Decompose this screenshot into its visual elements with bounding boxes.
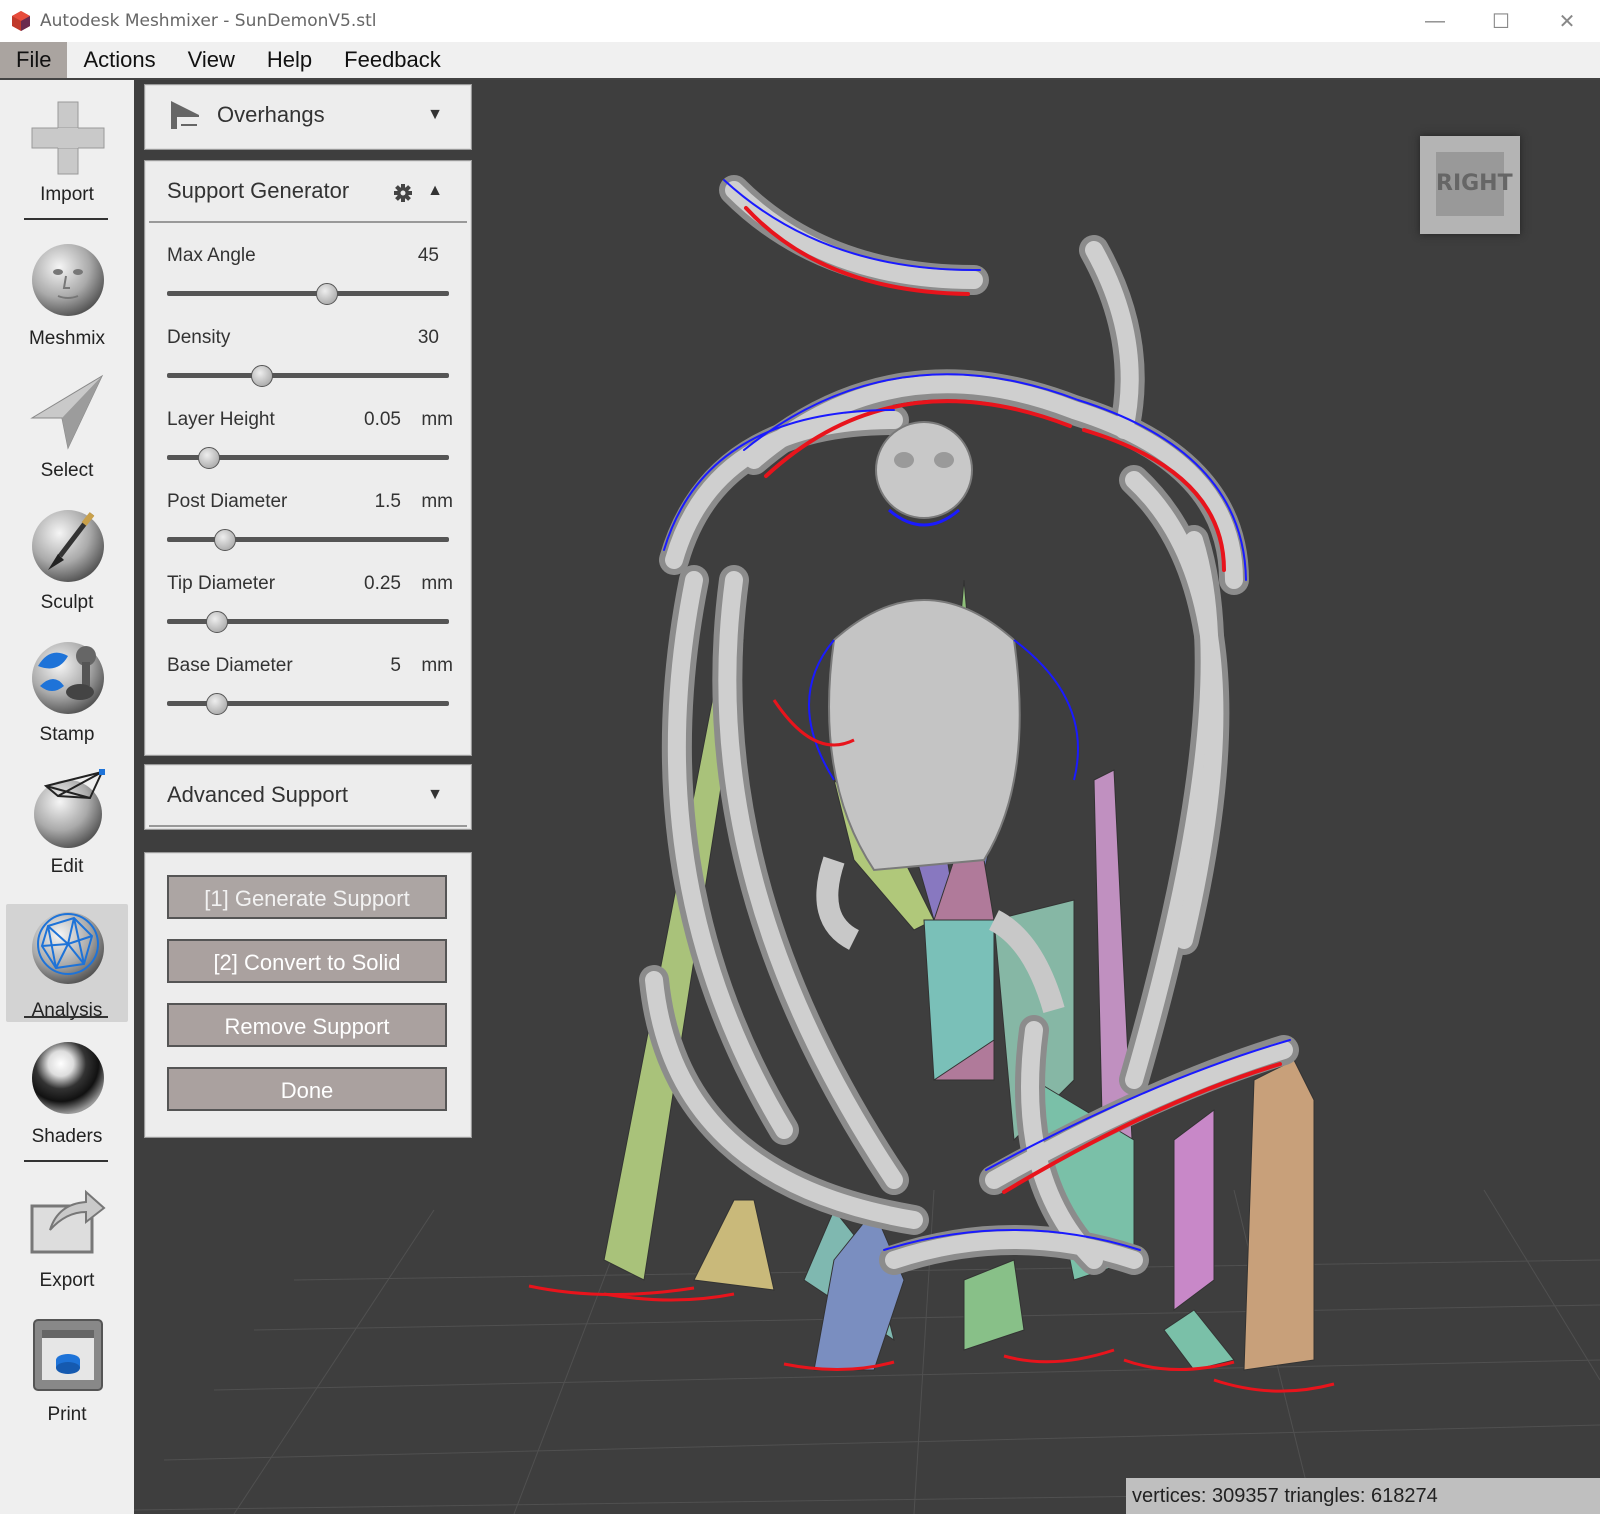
- stamp-icon: [32, 642, 104, 714]
- tool-export[interactable]: Export: [6, 1182, 128, 1300]
- tool-label: Export: [39, 1270, 95, 1291]
- toolbar-divider: [24, 1016, 108, 1018]
- max-angle-slider[interactable]: [167, 283, 449, 305]
- menu-file[interactable]: File: [0, 42, 68, 78]
- advanced-support-label: Advanced Support: [167, 782, 349, 807]
- export-icon: [30, 1189, 106, 1254]
- slider-handle[interactable]: [251, 365, 273, 387]
- window-title: Autodesk Meshmixer - SunDemonV5.stl: [40, 11, 377, 31]
- param-label: Density: [167, 327, 231, 348]
- slider-handle[interactable]: [198, 447, 220, 469]
- mesh-sphere-icon: [32, 912, 104, 984]
- minimize-button[interactable]: —: [1402, 0, 1468, 42]
- tool-label: Stamp: [39, 724, 95, 745]
- layer-height-slider[interactable]: [167, 447, 449, 469]
- param-value[interactable]: 5: [390, 655, 401, 677]
- post-diameter-slider[interactable]: [167, 529, 449, 551]
- slider-handle[interactable]: [316, 283, 338, 305]
- tool-analysis[interactable]: Analysis: [6, 904, 128, 1022]
- support-actions-panel: [1] Generate Support [2] Convert to Soli…: [144, 852, 472, 1138]
- plus-icon: [31, 101, 105, 175]
- param-label: Layer Height: [167, 409, 275, 430]
- chevron-up-icon[interactable]: ▲: [427, 161, 443, 221]
- param-unit: mm: [421, 409, 453, 430]
- printer-icon: [33, 1319, 103, 1391]
- tip-diameter-slider[interactable]: [167, 611, 449, 633]
- param-label: Max Angle: [167, 245, 256, 266]
- tool-label: Select: [40, 460, 94, 481]
- view-cube[interactable]: RIGHT: [1420, 136, 1520, 234]
- slider-handle[interactable]: [206, 693, 228, 715]
- tool-sidebar: Import Meshmix Select Sculpt Stamp Edit …: [0, 80, 135, 1514]
- menu-bar: File Actions View Help Feedback: [0, 42, 1600, 80]
- overhangs-panel: Overhangs ▼: [144, 84, 472, 150]
- brush-sphere-icon: [32, 510, 104, 582]
- maximize-button[interactable]: ☐: [1468, 0, 1534, 42]
- tool-label: Shaders: [31, 1126, 103, 1147]
- chevron-down-icon[interactable]: ▼: [427, 85, 443, 145]
- param-value[interactable]: 0.25: [364, 573, 401, 595]
- param-value[interactable]: 1.5: [375, 491, 401, 513]
- density-slider[interactable]: [167, 365, 449, 387]
- param-value[interactable]: 45: [418, 245, 439, 267]
- tool-label: Edit: [50, 856, 84, 877]
- param-label: Tip Diameter: [167, 573, 276, 594]
- chrome-sphere-icon: [32, 1042, 104, 1114]
- param-unit: mm: [421, 491, 453, 512]
- param-value[interactable]: 0.05: [364, 409, 401, 431]
- tool-label: Import: [40, 184, 94, 205]
- param-unit: mm: [421, 573, 453, 594]
- advanced-support-header[interactable]: Advanced Support ▼: [149, 765, 467, 827]
- tool-sculpt[interactable]: Sculpt: [6, 504, 128, 622]
- overhang-icon: [171, 101, 199, 129]
- tool-select[interactable]: Select: [6, 372, 128, 490]
- support-generator-header[interactable]: Support Generator ▲: [149, 161, 467, 223]
- tool-label: Print: [47, 1404, 87, 1425]
- overhangs-header[interactable]: Overhangs ▼: [149, 85, 467, 145]
- title-bar: Autodesk Meshmixer - SunDemonV5.stl — ☐ …: [0, 0, 1600, 42]
- slider-track: [167, 373, 449, 378]
- mesh-stats-status: vertices: 309357 triangles: 618274: [1126, 1478, 1600, 1514]
- param-label: Post Diameter: [167, 491, 288, 512]
- remove-support-button[interactable]: Remove Support: [167, 1003, 447, 1047]
- support-generator-panel: Support Generator ▲ Max Angle 45 Density…: [144, 160, 472, 756]
- base-diameter-slider[interactable]: [167, 693, 449, 715]
- tool-meshmix[interactable]: Meshmix: [6, 240, 128, 358]
- face-sphere-icon: [32, 244, 104, 316]
- wire-sphere-icon: [34, 769, 105, 848]
- menu-feedback[interactable]: Feedback: [328, 42, 457, 78]
- tool-import[interactable]: Import: [6, 98, 128, 216]
- convert-to-solid-button[interactable]: [2] Convert to Solid: [167, 939, 447, 983]
- tool-shaders[interactable]: Shaders: [6, 1038, 128, 1156]
- menu-help[interactable]: Help: [251, 42, 328, 78]
- generate-support-button[interactable]: [1] Generate Support: [167, 875, 447, 919]
- menu-view[interactable]: View: [172, 42, 251, 78]
- tool-stamp[interactable]: Stamp: [6, 636, 128, 754]
- tool-label: Meshmix: [28, 328, 105, 349]
- param-unit: mm: [421, 655, 453, 676]
- support-generator-label: Support Generator: [167, 178, 350, 203]
- menu-actions[interactable]: Actions: [67, 42, 171, 78]
- slider-handle[interactable]: [206, 611, 228, 633]
- chevron-down-icon[interactable]: ▼: [427, 765, 443, 825]
- tool-print[interactable]: Print: [6, 1316, 128, 1434]
- tool-label: Analysis: [31, 1000, 103, 1021]
- toolbar-divider: [24, 218, 108, 220]
- param-value[interactable]: 30: [418, 327, 439, 349]
- toolbar-divider: [24, 1160, 108, 1162]
- slider-handle[interactable]: [214, 529, 236, 551]
- gear-icon[interactable]: [393, 183, 413, 203]
- view-cube-face[interactable]: RIGHT: [1436, 152, 1513, 216]
- slider-track: [167, 291, 449, 296]
- slider-track: [167, 537, 449, 542]
- param-label: Base Diameter: [167, 655, 293, 676]
- done-button[interactable]: Done: [167, 1067, 447, 1111]
- arrow-cursor-icon: [30, 374, 104, 450]
- tool-label: Sculpt: [40, 592, 94, 613]
- meshmixer-logo-icon: [12, 11, 30, 31]
- overhangs-label: Overhangs: [217, 102, 325, 127]
- advanced-support-panel: Advanced Support ▼: [144, 764, 472, 830]
- tool-edit[interactable]: Edit: [6, 768, 128, 886]
- close-button[interactable]: ✕: [1534, 0, 1600, 42]
